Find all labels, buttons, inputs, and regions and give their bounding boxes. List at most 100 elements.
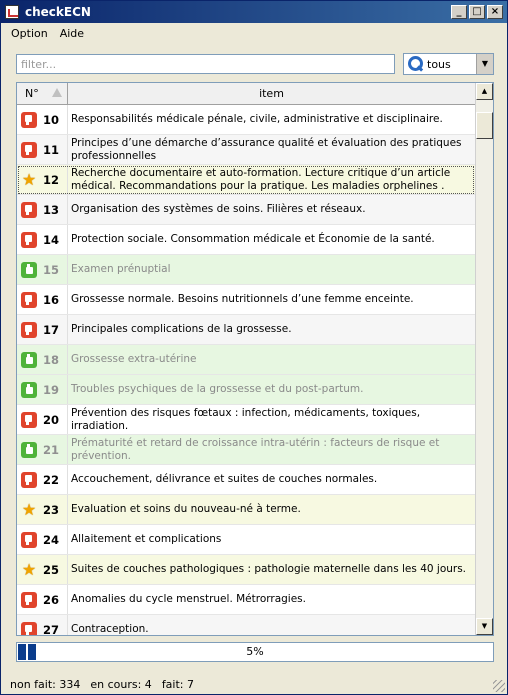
row-number: 23: [43, 502, 60, 517]
row-item-text: Grossesse extra-utérine: [71, 353, 197, 365]
table-row[interactable]: 13 Organisation des systèmes de soins. Fi…: [17, 195, 475, 225]
thumbs-up-icon[interactable]: [21, 261, 37, 278]
thumbs-down-icon[interactable]: [21, 321, 37, 338]
row-num-cell: 15: [17, 255, 68, 284]
row-item-text: Contraception.: [71, 623, 149, 635]
row-num-cell: ★ 23: [17, 495, 68, 524]
table-row[interactable]: 15 Examen prénuptial: [17, 255, 475, 285]
search-icon: [406, 55, 424, 73]
thumbs-down-icon[interactable]: [21, 111, 37, 128]
app-window: checkECN _ □ × Option Aide tous ▼ N° ite…: [0, 0, 508, 695]
star-icon[interactable]: ★: [21, 171, 37, 188]
thumbs-up-icon[interactable]: [21, 351, 37, 368]
thumbs-down-icon[interactable]: [21, 231, 37, 248]
row-num-cell: 27: [17, 615, 68, 636]
row-number: 14: [43, 232, 60, 247]
column-header-item[interactable]: item: [68, 83, 475, 104]
table-row[interactable]: ★ 12 Recherche documentaire et auto-format…: [17, 165, 475, 195]
table-row[interactable]: ★ 23 Evaluation et soins du nouveau-né à t…: [17, 495, 475, 525]
minimize-button[interactable]: _: [451, 5, 467, 19]
table-row[interactable]: 11 Principes d’une démarche d’assurance q…: [17, 135, 475, 165]
scope-select-value: tous: [427, 57, 451, 71]
thumbs-down-icon[interactable]: [21, 471, 37, 488]
thumbs-down-icon[interactable]: [21, 621, 37, 635]
table-row[interactable]: 20 Prévention des risques fœtaux : infect…: [17, 405, 475, 435]
table-row[interactable]: 19 Troubles psychiques de la grossesse et…: [17, 375, 475, 405]
row-item-text: Responsabilités médicale pénale, civile,…: [71, 113, 443, 125]
scroll-down-button[interactable]: ▼: [476, 618, 493, 635]
sort-ascending-icon: [52, 88, 62, 97]
row-item-text: Principes d’une démarche d’assurance qua…: [71, 136, 462, 162]
column-header-num[interactable]: N°: [17, 83, 68, 104]
thumbs-up-icon[interactable]: [21, 381, 37, 398]
row-num-cell: ★ 12: [17, 165, 68, 194]
row-item-text: Recherche documentaire et auto-formation…: [71, 166, 451, 192]
row-number: 16: [43, 292, 60, 307]
table-row[interactable]: 14 Protection sociale. Consommation médic…: [17, 225, 475, 255]
scope-select[interactable]: tous ▼: [403, 53, 494, 75]
row-item-text: Prévention des risques fœtaux : infectio…: [71, 406, 421, 432]
chevron-down-icon[interactable]: ▼: [476, 54, 493, 74]
row-number: 25: [43, 562, 60, 577]
table-row[interactable]: 18 Grossesse extra-utérine: [17, 345, 475, 375]
window-title: checkECN: [25, 5, 91, 19]
close-button[interactable]: ×: [487, 5, 503, 19]
thumbs-down-icon[interactable]: [21, 141, 37, 158]
row-number: 21: [43, 442, 60, 457]
row-number: 17: [43, 322, 60, 337]
table-row[interactable]: 22 Accouchement, délivrance et suites de …: [17, 465, 475, 495]
row-num-cell: ★ 25: [17, 555, 68, 584]
row-num-cell: 17: [17, 315, 68, 344]
star-icon[interactable]: ★: [21, 561, 37, 578]
row-num-cell: 19: [17, 375, 68, 404]
row-number: 26: [43, 592, 60, 607]
table-row[interactable]: 21 Prématurité et retard de croissance in…: [17, 435, 475, 465]
row-item-text: Accouchement, délivrance et suites de co…: [71, 473, 378, 485]
star-icon[interactable]: ★: [21, 501, 37, 518]
row-num-cell: 24: [17, 525, 68, 554]
row-number: 27: [43, 622, 60, 636]
table-row[interactable]: 16 Grossesse normale. Besoins nutritionne…: [17, 285, 475, 315]
menu-aide[interactable]: Aide: [54, 27, 90, 40]
table-row[interactable]: 24 Allaitement et complications: [17, 525, 475, 555]
resize-grip[interactable]: [493, 680, 505, 692]
scrollbar-thumb[interactable]: [476, 112, 493, 139]
column-header-num-label: N°: [25, 87, 39, 100]
maximize-button[interactable]: □: [469, 5, 485, 19]
row-item-text: Examen prénuptial: [71, 263, 171, 275]
thumbs-down-icon[interactable]: [21, 591, 37, 608]
row-item-text: Organisation des systèmes de soins. Fili…: [71, 203, 366, 215]
table-row[interactable]: 10 Responsabilités médicale pénale, civil…: [17, 105, 475, 135]
title-bar[interactable]: checkECN _ □ ×: [1, 1, 507, 23]
menu-option[interactable]: Option: [5, 27, 54, 40]
row-num-cell: 10: [17, 105, 68, 134]
table-row[interactable]: 26 Anomalies du cycle menstruel. Métrorra…: [17, 585, 475, 615]
table-row[interactable]: 27 Contraception.: [17, 615, 475, 636]
row-number: 15: [43, 262, 60, 277]
status-done: fait: 7: [161, 677, 194, 691]
filter-input[interactable]: [16, 54, 395, 74]
row-number: 10: [43, 112, 60, 127]
row-num-cell: 14: [17, 225, 68, 254]
thumbs-up-icon[interactable]: [21, 441, 37, 458]
thumbs-down-icon[interactable]: [21, 201, 37, 218]
thumbs-down-icon[interactable]: [21, 531, 37, 548]
row-number: 11: [43, 142, 60, 157]
row-item-text: Evaluation et soins du nouveau-né à term…: [71, 503, 301, 515]
row-num-cell: 13: [17, 195, 68, 224]
table-row[interactable]: ★ 25 Suites de couches pathologiques : pat…: [17, 555, 475, 585]
thumbs-down-icon[interactable]: [21, 411, 37, 428]
row-number: 18: [43, 352, 60, 367]
vertical-scrollbar[interactable]: ▲ ▼: [475, 83, 493, 635]
table-row[interactable]: 17 Principales complications de la grosse…: [17, 315, 475, 345]
row-item-text: Grossesse normale. Besoins nutritionnels…: [71, 293, 414, 305]
thumbs-down-icon[interactable]: [21, 291, 37, 308]
row-number: 12: [43, 172, 60, 187]
row-num-cell: 21: [17, 435, 68, 464]
window-controls: _ □ ×: [451, 5, 503, 19]
row-item-text: Suites de couches pathologiques : pathol…: [71, 563, 467, 575]
progress-bar: 5%: [16, 642, 494, 662]
scroll-up-button[interactable]: ▲: [476, 83, 493, 100]
row-item-text: Protection sociale. Consommation médical…: [71, 233, 435, 245]
row-num-cell: 26: [17, 585, 68, 614]
